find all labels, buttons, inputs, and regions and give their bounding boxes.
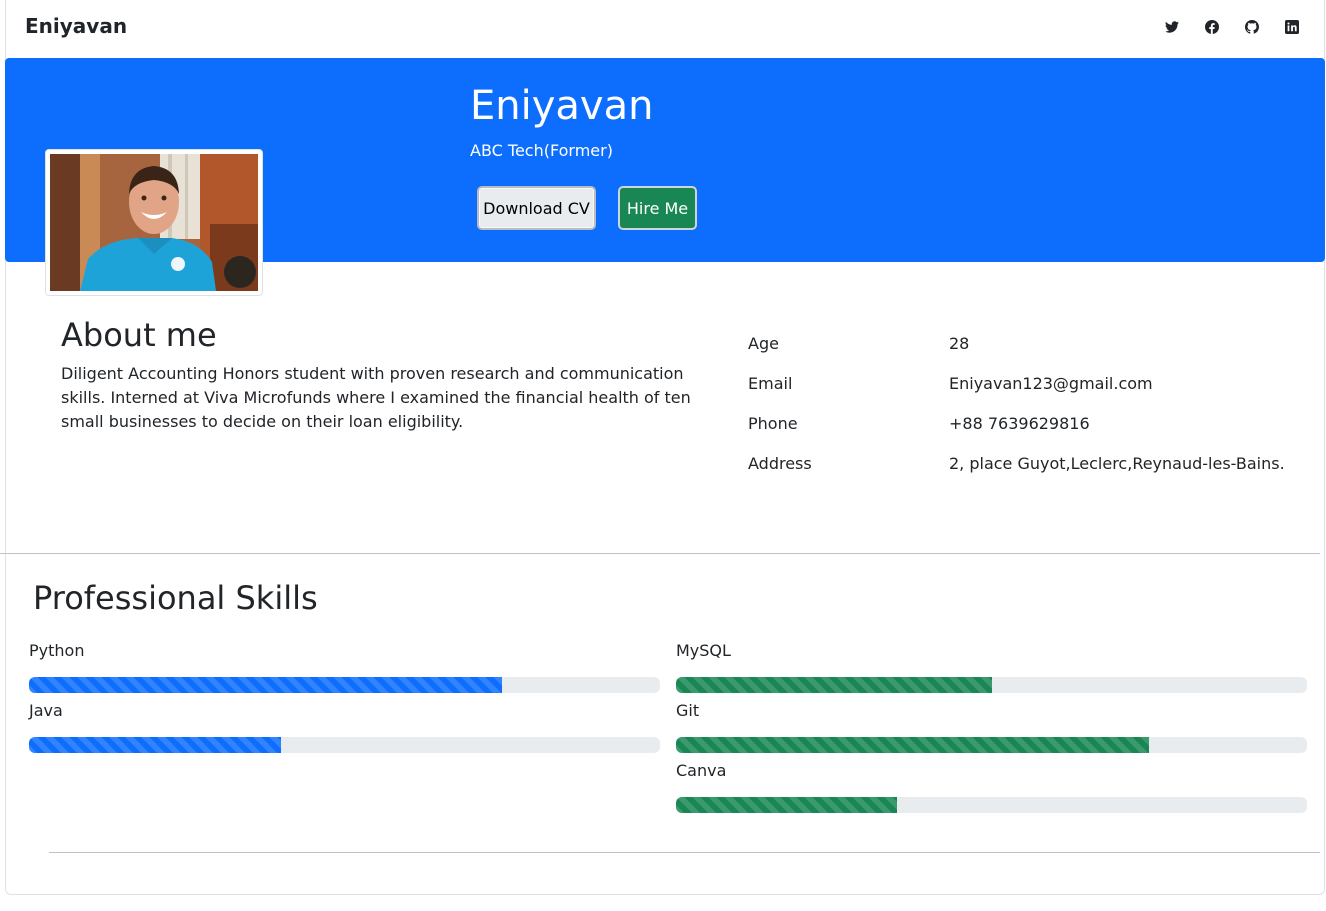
skill-fill-git: [676, 737, 1150, 753]
profile-photo-image: [50, 154, 258, 291]
skill-label-canva: Canva: [676, 761, 727, 780]
skill-fill-mysql: [676, 677, 992, 693]
footer-divider: [49, 852, 1320, 853]
profile-photo: [45, 149, 263, 296]
skill-bar-canva: [676, 797, 1307, 813]
info-value-age: 28: [949, 334, 970, 353]
info-label-age: Age: [748, 334, 779, 353]
about-title: About me: [61, 316, 217, 354]
info-value-address: 2, place Guyot,Leclerc,Reynaud-les-Bains…: [949, 454, 1285, 473]
hero-subtitle: ABC Tech(Former): [470, 141, 613, 160]
hire-me-button[interactable]: Hire Me: [618, 186, 697, 230]
skill-bar-python: [29, 677, 660, 693]
skill-label-java: Java: [29, 701, 63, 720]
navbar: Eniyavan: [0, 0, 1320, 56]
about-text: Diligent Accounting Honors student with …: [61, 364, 691, 431]
skill-label-python: Python: [29, 641, 85, 660]
section-divider: [0, 553, 1320, 554]
download-cv-button[interactable]: Download CV: [477, 186, 596, 230]
skill-label-mysql: MySQL: [676, 641, 731, 660]
twitter-icon[interactable]: [1162, 17, 1182, 37]
linkedin-icon[interactable]: [1282, 17, 1302, 37]
facebook-icon[interactable]: [1202, 17, 1222, 37]
navbar-brand[interactable]: Eniyavan: [25, 14, 127, 38]
skill-bar-git: [676, 737, 1307, 753]
info-label-email: Email: [748, 374, 793, 393]
skills-title: Professional Skills: [33, 579, 318, 617]
github-icon[interactable]: [1242, 17, 1262, 37]
info-value-email: Eniyavan123@gmail.com: [949, 374, 1153, 393]
info-label-address: Address: [748, 454, 812, 473]
skill-fill-java: [29, 737, 282, 753]
skill-label-git: Git: [676, 701, 700, 720]
info-value-phone: +88 7639629816: [949, 414, 1090, 433]
skill-fill-python: [29, 677, 503, 693]
skill-bar-mysql: [676, 677, 1307, 693]
skill-fill-canva: [676, 797, 897, 813]
skill-bar-java: [29, 737, 660, 753]
hero-name: Eniyavan: [470, 83, 654, 129]
info-label-phone: Phone: [748, 414, 798, 433]
